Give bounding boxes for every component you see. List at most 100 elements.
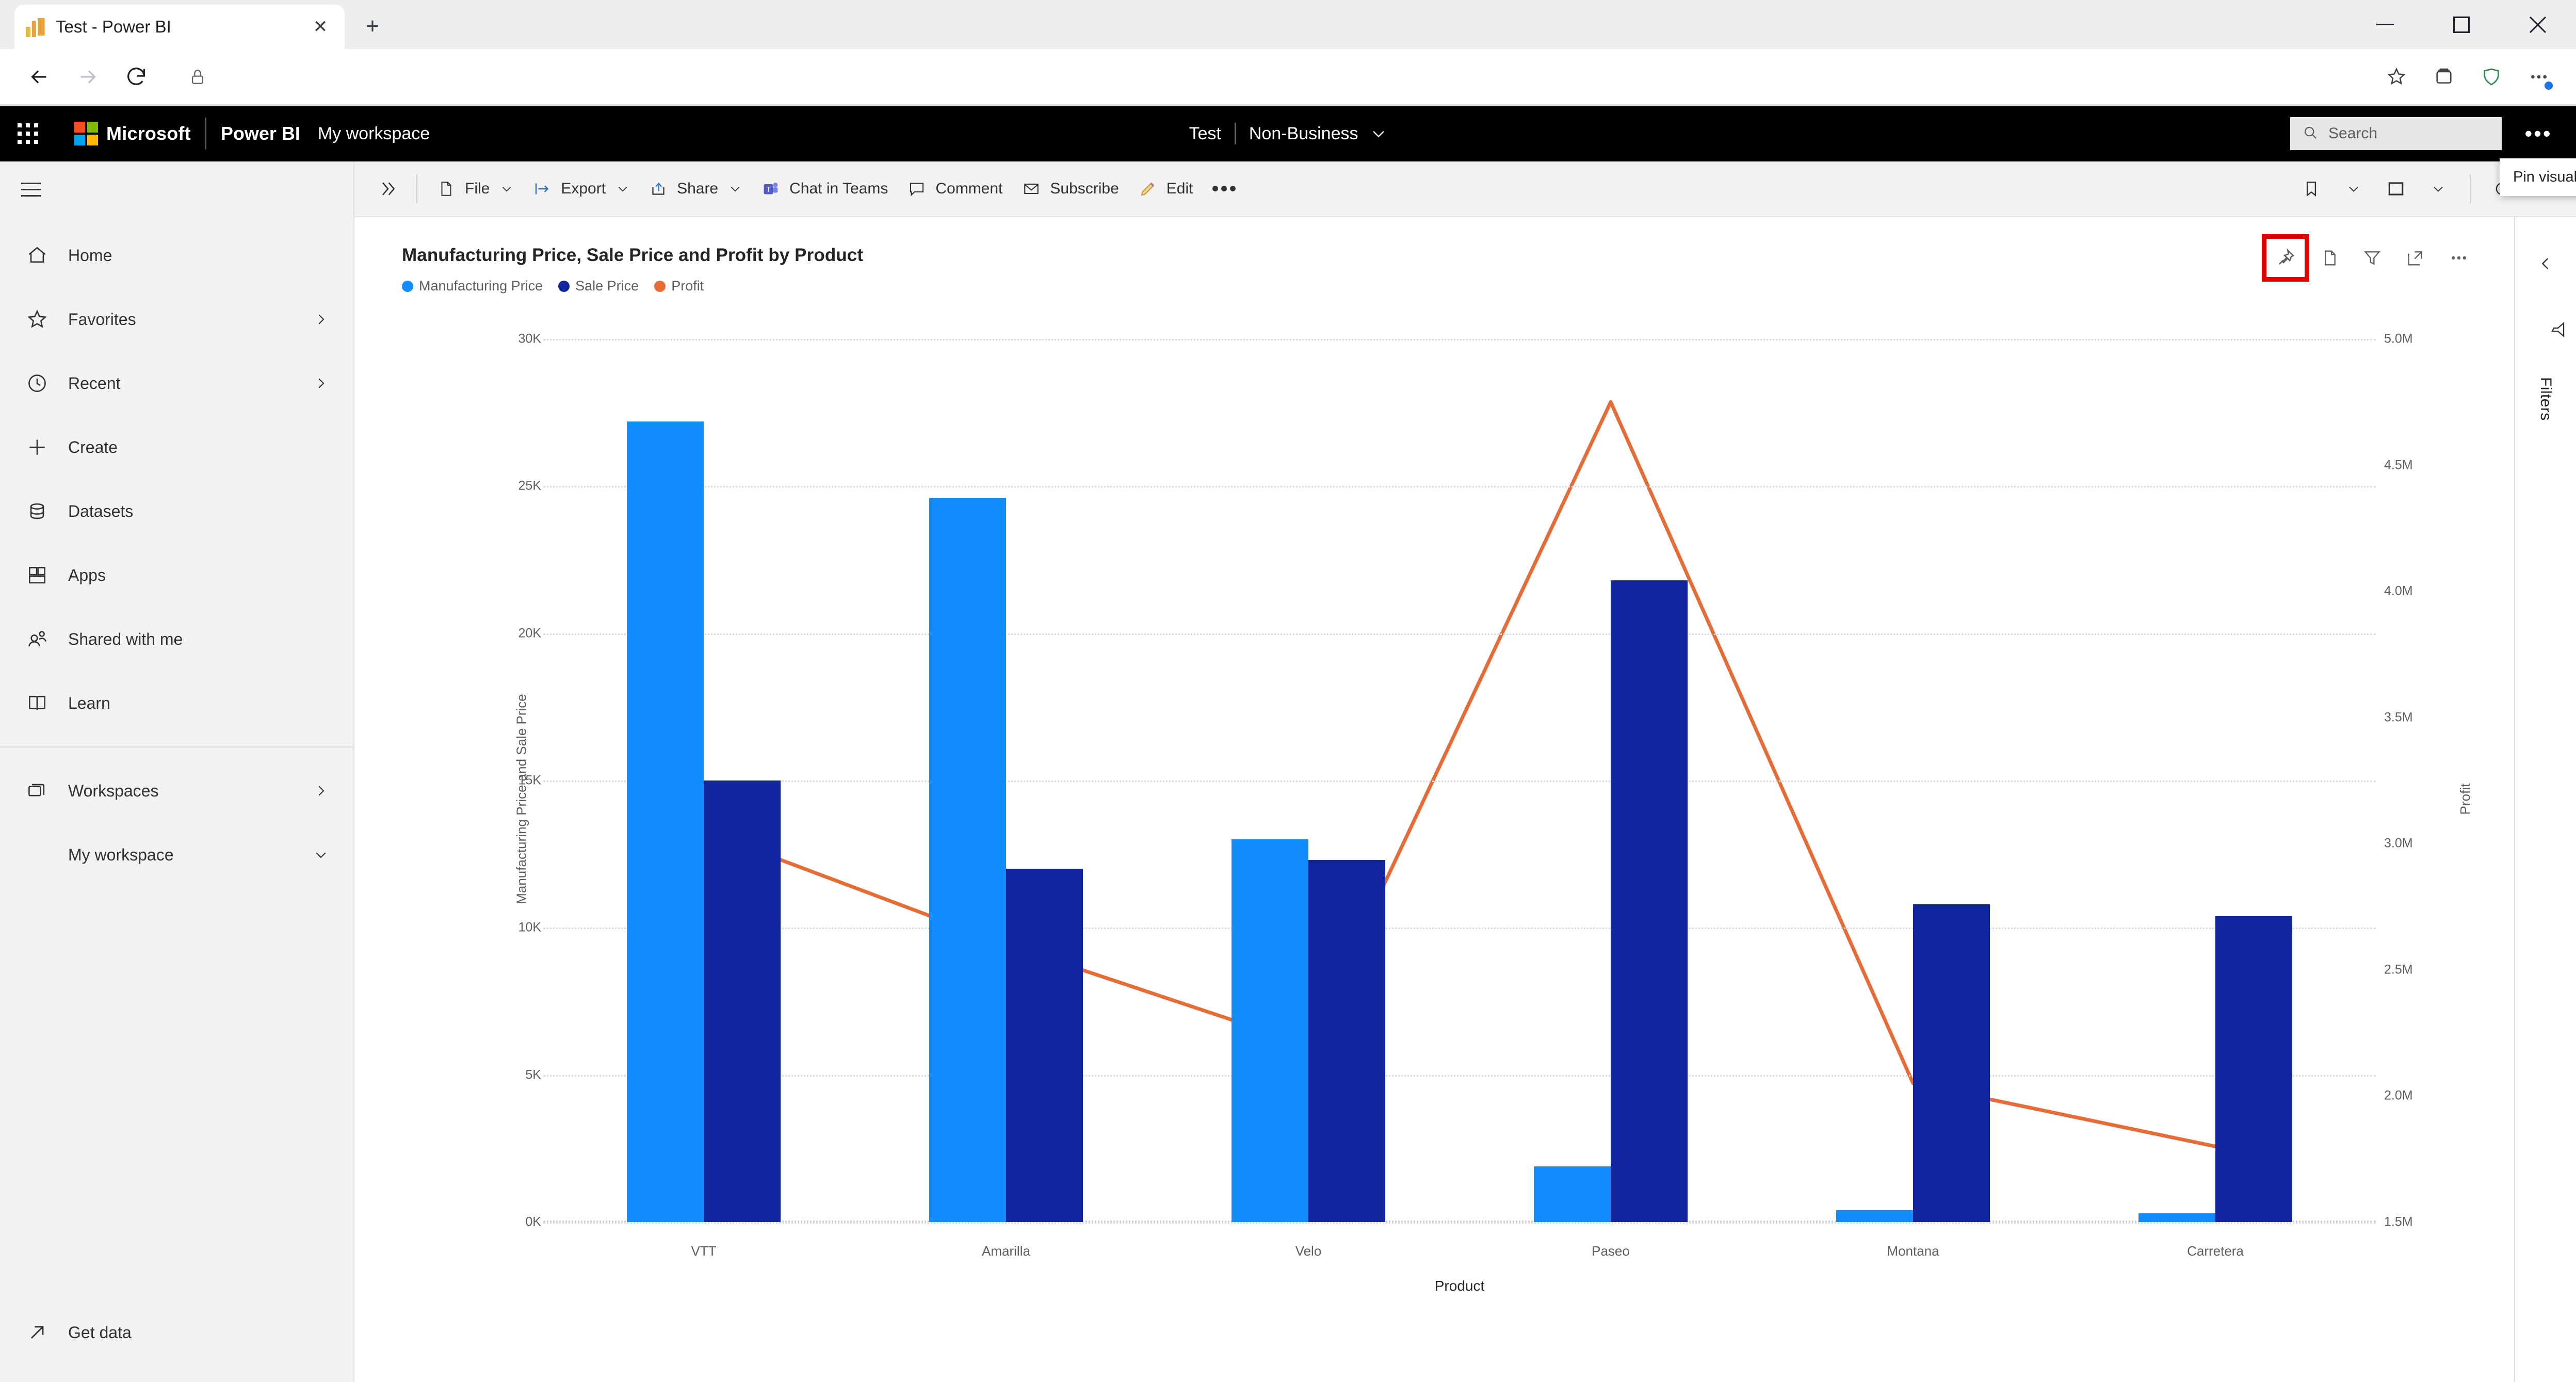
y-axis-tick-left: 15K	[518, 773, 541, 788]
microsoft-wordmark: Microsoft	[106, 123, 191, 144]
powerbi-brand-link[interactable]: Power BI	[221, 123, 300, 144]
window-minimize-button[interactable]	[2347, 0, 2423, 49]
topbar-more-icon[interactable]: •••	[2515, 110, 2562, 157]
chevron-right-icon[interactable]	[313, 783, 329, 799]
legend-item-profit[interactable]: Profit	[654, 278, 704, 294]
get-data-arrow-icon	[25, 1320, 50, 1345]
comment-button[interactable]: Comment	[897, 169, 1012, 208]
browser-tab[interactable]: Test - Power BI ✕	[14, 5, 345, 49]
sidebar-item-datasets[interactable]: Datasets	[0, 479, 353, 543]
y-axis-tick-right: 2.0M	[2384, 1088, 2413, 1103]
chevron-down-icon[interactable]	[2418, 169, 2458, 209]
sidebar-item-apps[interactable]: Apps	[0, 543, 353, 607]
bar-manufacturing-price[interactable]	[1836, 1210, 1913, 1222]
report-title-area: Test Non-Business	[1189, 123, 1387, 144]
new-tab-button[interactable]: +	[352, 6, 393, 47]
sidebar-item-label: Get data	[68, 1323, 132, 1342]
bookmarks-icon[interactable]	[2291, 169, 2331, 209]
bar-sale-price[interactable]	[1913, 904, 1990, 1222]
window-maximize-button[interactable]	[2423, 0, 2500, 49]
legend-label: Manufacturing Price	[419, 278, 543, 294]
bar-sale-price[interactable]	[704, 781, 781, 1222]
microsoft-logo[interactable]: Microsoft	[74, 122, 191, 145]
visual-title: Manufacturing Price, Sale Price and Prof…	[402, 245, 864, 265]
bar-group[interactable]: Amarilla	[855, 339, 1157, 1259]
bar-sale-price[interactable]	[1611, 580, 1688, 1222]
bar-manufacturing-price[interactable]	[626, 421, 704, 1222]
back-arrow-icon[interactable]	[18, 55, 61, 99]
more-options-icon[interactable]	[2439, 238, 2479, 278]
view-icon[interactable]	[2376, 169, 2416, 209]
expand-toolbar-icon[interactable]	[369, 170, 407, 208]
app-launcher-icon[interactable]	[0, 106, 56, 161]
pin-visual-icon[interactable]	[2262, 234, 2309, 282]
chevron-down-icon[interactable]	[728, 182, 742, 196]
settings-more-icon[interactable]	[2519, 57, 2558, 96]
bar-group[interactable]: VTT	[553, 339, 855, 1259]
legend-item-sale-price[interactable]: Sale Price	[558, 278, 639, 294]
bar-manufacturing-price[interactable]	[2138, 1213, 2215, 1222]
copy-visual-icon[interactable]	[2309, 238, 2349, 278]
collections-icon[interactable]	[2424, 57, 2464, 96]
browser-tab-strip: Test - Power BI ✕ +	[0, 0, 2576, 49]
subscribe-button[interactable]: Subscribe	[1012, 169, 1128, 208]
chat-in-teams-button[interactable]: T Chat in Teams	[751, 169, 897, 208]
chevron-right-icon[interactable]	[313, 312, 329, 327]
menu-icon[interactable]	[0, 161, 62, 217]
bar-group[interactable]: Montana	[1762, 339, 2064, 1259]
file-menu-button[interactable]: File	[427, 169, 523, 208]
legend-item-manufacturing-price[interactable]: Manufacturing Price	[402, 278, 543, 294]
reload-icon[interactable]	[115, 55, 158, 99]
collapse-pane-icon[interactable]	[2527, 245, 2564, 282]
share-menu-button[interactable]: Share	[639, 169, 751, 208]
chevron-down-icon[interactable]	[616, 182, 629, 196]
edit-button[interactable]: Edit	[1128, 169, 1203, 208]
bar-group[interactable]: Paseo	[1460, 339, 1762, 1259]
sensitivity-label[interactable]: Non-Business	[1249, 124, 1358, 144]
bar-sale-price[interactable]	[1308, 860, 1386, 1222]
browser-tab-title: Test - Power BI	[56, 17, 171, 36]
forward-arrow-icon[interactable]	[66, 55, 109, 99]
x-axis-tick-label: VTT	[691, 1243, 717, 1259]
filter-funnel-icon[interactable]	[2527, 311, 2565, 348]
toolbar-item-label: Chat in Teams	[789, 180, 888, 197]
close-tab-icon[interactable]: ✕	[307, 14, 333, 40]
bar-group[interactable]: Carretera	[2064, 339, 2367, 1259]
window-close-button[interactable]	[2500, 0, 2576, 49]
browser-essentials-icon[interactable]	[2472, 57, 2511, 96]
focus-mode-icon[interactable]	[2395, 238, 2436, 278]
address-bar[interactable]	[173, 57, 2361, 96]
search-input[interactable]: Search	[2290, 117, 2502, 150]
filter-icon[interactable]	[2352, 238, 2392, 278]
chevron-down-icon[interactable]	[500, 182, 513, 196]
chevron-down-icon[interactable]	[313, 847, 329, 863]
bar-manufacturing-price[interactable]	[929, 498, 1006, 1222]
breadcrumb-my-workspace[interactable]: My workspace	[318, 124, 430, 144]
sidebar-item-my-workspace[interactable]: My workspace	[0, 823, 353, 887]
sidebar-item-recent[interactable]: Recent	[0, 351, 353, 415]
sidebar-item-create[interactable]: Create	[0, 415, 353, 479]
favorite-star-icon[interactable]	[2377, 57, 2416, 96]
address-input[interactable]	[217, 68, 2346, 86]
chevron-down-icon[interactable]	[2334, 169, 2374, 209]
sidebar-item-get-data[interactable]: Get data	[0, 1300, 353, 1364]
sidebar-item-learn[interactable]: Learn	[0, 671, 353, 735]
report-name[interactable]: Test	[1189, 124, 1221, 144]
y-axis-tick-right: 3.5M	[2384, 710, 2413, 725]
sidebar-item-favorites[interactable]: Favorites	[0, 287, 353, 351]
bar-group[interactable]: Velo	[1157, 339, 1460, 1259]
chevron-down-icon[interactable]	[1370, 125, 1387, 142]
export-menu-button[interactable]: Export	[523, 169, 639, 208]
bar-manufacturing-price[interactable]	[1533, 1166, 1611, 1222]
sidebar-item-home[interactable]: Home	[0, 223, 353, 287]
sidebar-item-workspaces[interactable]: Workspaces	[0, 759, 353, 823]
search-icon	[2303, 125, 2318, 143]
bar-manufacturing-price[interactable]	[1231, 839, 1308, 1222]
sidebar-item-shared-with-me[interactable]: Shared with me	[0, 607, 353, 671]
combo-chart-visual[interactable]: Manufacturing Price, Sale Price and Prof…	[390, 226, 2490, 1294]
chevron-right-icon[interactable]	[313, 376, 329, 391]
toolbar-more-button[interactable]: •••	[1203, 169, 1248, 208]
clock-icon	[25, 371, 50, 396]
bar-sale-price[interactable]	[2215, 916, 2293, 1222]
bar-sale-price[interactable]	[1006, 869, 1083, 1222]
